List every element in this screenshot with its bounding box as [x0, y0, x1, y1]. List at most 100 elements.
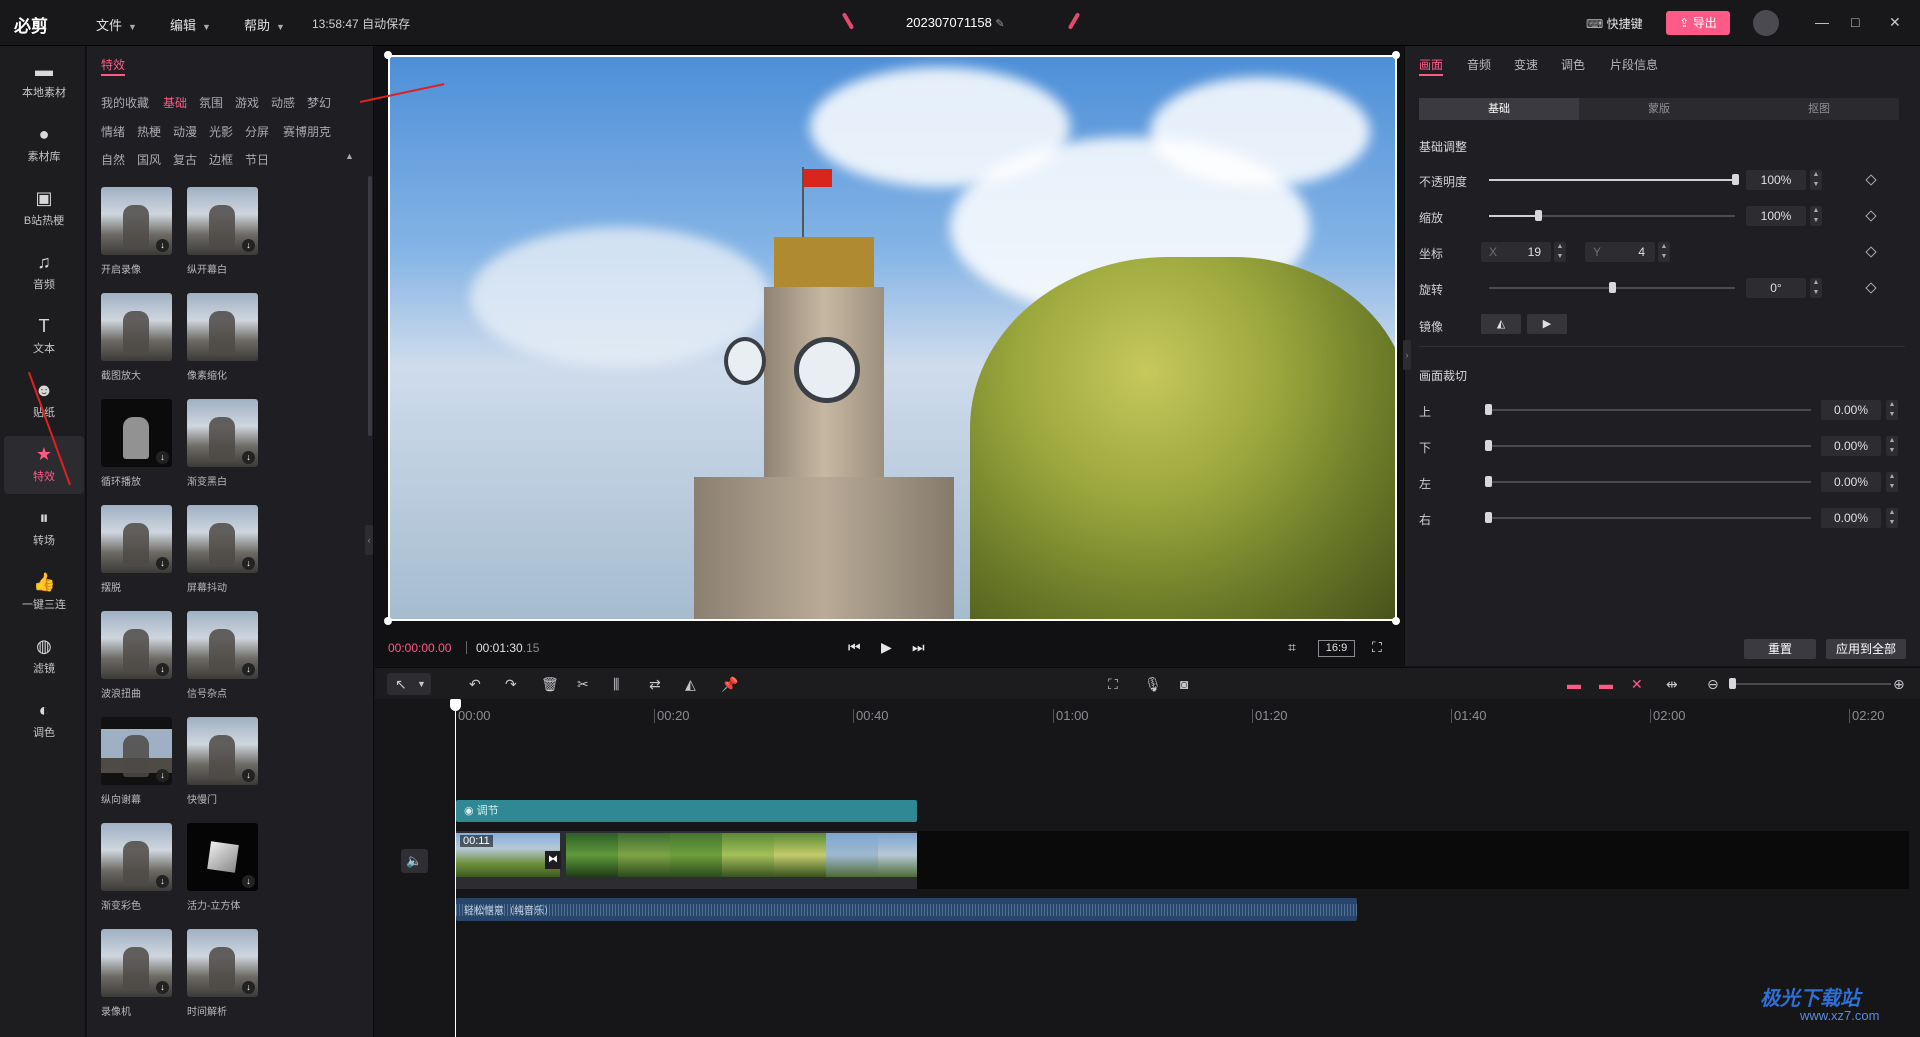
fullscreen-icon[interactable]: ⛶: [1372, 639, 1382, 656]
undo-icon[interactable]: ↶: [469, 676, 481, 693]
nav-color[interactable]: ◐ 调色: [4, 692, 84, 750]
crop-right-track[interactable]: [1489, 517, 1811, 519]
redo-icon[interactable]: ↷: [505, 676, 517, 693]
category-anime[interactable]: 动漫: [173, 123, 197, 140]
aspect-ratio-button[interactable]: 16:9: [1318, 640, 1355, 657]
audio-clip[interactable]: 轻松惬意（纯音乐）: [456, 898, 1357, 921]
microphone-icon[interactable]: 🎙: [1144, 676, 1162, 693]
crop-left-slider[interactable]: [1485, 476, 1492, 487]
keyframe-icon[interactable]: [1865, 246, 1877, 258]
camera-icon[interactable]: ◙: [1180, 676, 1188, 692]
keyframe-icon[interactable]: [1865, 282, 1877, 294]
crop-right-slider[interactable]: [1485, 512, 1492, 523]
nav-transition[interactable]: ⏸ 转场: [4, 500, 84, 558]
export-button[interactable]: ⇪ 导出: [1666, 11, 1730, 35]
crop-right-input[interactable]: 0.00%: [1821, 508, 1881, 528]
transition-icon[interactable]: ⧓: [545, 851, 561, 869]
nav-effects[interactable]: ★ 特效: [4, 436, 84, 494]
edit-icon[interactable]: ✎: [995, 18, 1004, 30]
effect-thumb[interactable]: ↓: [187, 611, 258, 679]
collapse-panel-icon[interactable]: ‹: [365, 525, 373, 555]
effect-thumb[interactable]: ↓: [187, 717, 258, 785]
playhead[interactable]: [455, 699, 456, 1037]
subtab-matting[interactable]: 抠图: [1739, 98, 1899, 120]
mirror-vertical-button[interactable]: ▶: [1527, 314, 1567, 334]
crop-left-stepper[interactable]: ▲ ▼: [1886, 472, 1898, 492]
position-x-input[interactable]: X 19: [1481, 242, 1551, 262]
video-clip[interactable]: 00:11 ⧓: [456, 831, 917, 889]
nav-audio[interactable]: ♫ 音频: [4, 244, 84, 302]
category-guofeng[interactable]: 国风: [137, 151, 161, 168]
category-festival[interactable]: 节日: [245, 151, 269, 168]
category-atmosphere[interactable]: 氛围: [199, 94, 223, 111]
avatar[interactable]: [1753, 10, 1779, 36]
rotate-stepper[interactable]: ▲ ▼: [1810, 278, 1822, 298]
crop-bottom-stepper[interactable]: ▲ ▼: [1886, 436, 1898, 456]
crop-bottom-slider[interactable]: [1485, 440, 1492, 451]
project-name[interactable]: 202307071158 ✎: [906, 15, 1005, 30]
opacity-slider[interactable]: [1732, 174, 1739, 185]
effect-thumb[interactable]: ↓: [101, 611, 172, 679]
crop-top-track[interactable]: [1489, 409, 1811, 411]
effect-thumb[interactable]: ↓: [187, 929, 258, 997]
nav-text[interactable]: T 文本: [4, 308, 84, 366]
tab-picture[interactable]: 画面: [1419, 56, 1443, 73]
rotate-input[interactable]: 0°: [1746, 278, 1806, 298]
position-y-input[interactable]: Y4: [1585, 242, 1655, 262]
zoom-track[interactable]: [1731, 683, 1891, 685]
nav-sticker[interactable]: ☻贴纸: [4, 372, 84, 430]
close-icon[interactable]: ✕: [1889, 14, 1901, 31]
opacity-stepper[interactable]: ▲ ▼: [1810, 170, 1822, 190]
mirror-icon[interactable]: ◭: [685, 676, 696, 693]
category-memes[interactable]: 热梗: [137, 123, 161, 140]
chevron-down-icon[interactable]: ▼: [417, 679, 426, 689]
category-cyberpunk[interactable]: 赛博朋克: [283, 123, 331, 140]
category-dream[interactable]: 梦幻: [307, 94, 331, 111]
scale-stepper[interactable]: ▲ ▼: [1810, 206, 1822, 226]
tab-clip-info[interactable]: 片段信息: [1610, 56, 1658, 73]
tab-audio[interactable]: 音频: [1467, 56, 1491, 73]
scissors-icon[interactable]: ✂: [577, 676, 589, 693]
menu-edit[interactable]: 编辑 ▼: [170, 15, 211, 34]
category-split[interactable]: 分屏: [245, 123, 269, 140]
cursor-icon[interactable]: ↖: [395, 676, 407, 693]
prev-frame-icon[interactable]: ⏮: [848, 639, 861, 656]
nav-triple[interactable]: 👍 一键三连: [4, 564, 84, 622]
video-preview[interactable]: [388, 55, 1397, 621]
zoom-out-icon[interactable]: ⊖: [1707, 676, 1719, 693]
crop-right-stepper[interactable]: ▲ ▼: [1886, 508, 1898, 528]
category-emotion[interactable]: 情绪: [101, 123, 125, 140]
minimize-icon[interactable]: —: [1815, 14, 1829, 30]
zoom-slider[interactable]: [1729, 678, 1736, 689]
track-mute-button[interactable]: 🔈: [401, 849, 428, 873]
crop-top-input[interactable]: 0.00%: [1821, 400, 1881, 420]
opacity-input[interactable]: 100%: [1746, 170, 1806, 190]
effect-thumb[interactable]: ↓: [187, 505, 258, 573]
menu-file[interactable]: 文件 ▼: [96, 15, 137, 34]
effect-thumb[interactable]: ↓: [187, 399, 258, 467]
split-icon[interactable]: ⫼: [613, 676, 619, 693]
effect-thumb[interactable]: ↓: [101, 717, 172, 785]
link-icon[interactable]: ▬: [1599, 676, 1613, 692]
category-basic[interactable]: 基础: [163, 94, 187, 111]
effect-thumb[interactable]: ↓: [101, 187, 172, 255]
subtab-mask[interactable]: 蒙版: [1579, 98, 1739, 120]
expand-panel-icon[interactable]: ›: [1403, 340, 1411, 370]
category-border[interactable]: 边框: [209, 151, 233, 168]
adjust-track-clip[interactable]: ◉ 调节: [456, 800, 917, 822]
crop-top-slider[interactable]: [1485, 404, 1492, 415]
crop-left-track[interactable]: [1489, 481, 1811, 483]
replace-icon[interactable]: ⇄: [649, 676, 661, 693]
crop-left-input[interactable]: 0.00%: [1821, 472, 1881, 492]
collapse-chevron-icon[interactable]: ▲: [345, 151, 354, 161]
category-favorites[interactable]: 我的收藏: [101, 94, 149, 111]
position-y-stepper[interactable]: ▲ ▼: [1658, 242, 1670, 262]
rotate-slider[interactable]: [1609, 282, 1616, 293]
snap-icon[interactable]: ▬: [1567, 676, 1581, 692]
split-view-icon[interactable]: ⇹: [1666, 676, 1678, 693]
menu-help[interactable]: 帮助 ▼: [244, 15, 285, 34]
mute-track-icon[interactable]: ✕: [1631, 676, 1643, 693]
category-light[interactable]: 光影: [209, 123, 233, 140]
crop-bottom-track[interactable]: [1489, 445, 1811, 447]
keyframe-icon[interactable]: [1865, 210, 1877, 222]
